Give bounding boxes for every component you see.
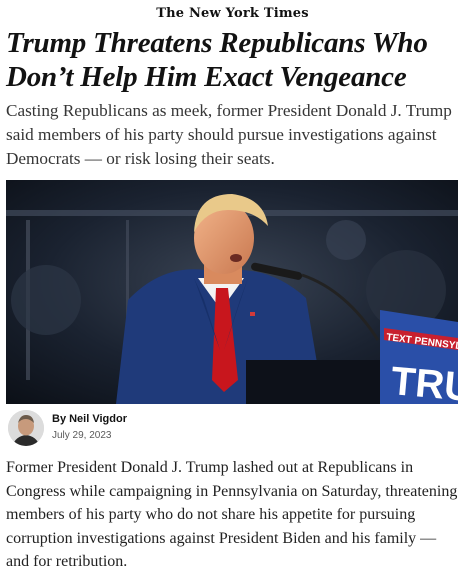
article-body-paragraph: Former President Donald J. Trump lashed … [6, 459, 458, 570]
campaign-sign: TEXT PENNSYLVA TRU [380, 310, 458, 404]
publish-date: July 29, 2023 [52, 430, 112, 441]
masthead-logo[interactable]: The New York Times [0, 6, 465, 21]
author-byline[interactable]: By Neil Vigdor [52, 413, 127, 425]
article-headline: Trump Threatens Republicans Who Don’t He… [6, 27, 428, 93]
author-avatar-image [8, 410, 44, 446]
lead-photo: TEXT PENNSYLVA TRU [6, 180, 458, 404]
article-page: The New York Times Trump Threatens Repub… [0, 0, 465, 575]
author-avatar[interactable] [8, 410, 44, 446]
byline-block: By Neil Vigdor July 29, 2023 [6, 410, 458, 450]
sign-text-line2: TRU [389, 359, 458, 404]
lead-photo-illustration: TEXT PENNSYLVA TRU [6, 180, 458, 404]
article-summary: Casting Republicans as meek, former Pres… [6, 101, 452, 168]
